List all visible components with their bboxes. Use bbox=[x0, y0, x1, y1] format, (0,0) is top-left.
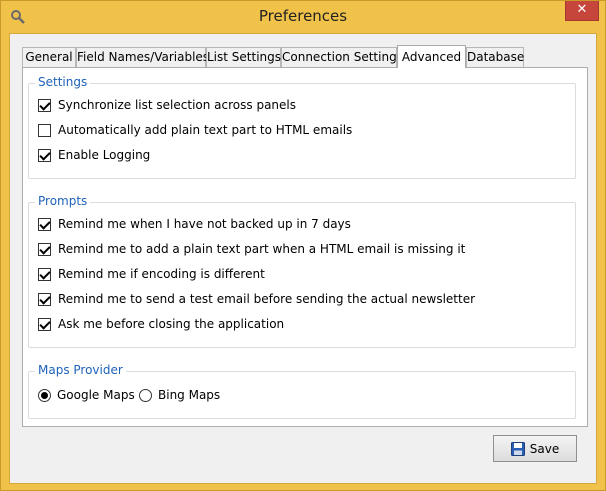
tab-list-settings[interactable]: List Settings bbox=[206, 47, 281, 67]
prompt-plain-text-reminder[interactable]: Remind me to add a plain text part when … bbox=[38, 241, 465, 257]
google-maps-radio[interactable] bbox=[38, 388, 51, 402]
bing-maps-label: Bing Maps bbox=[158, 388, 221, 402]
bing-maps-radio[interactable] bbox=[139, 388, 152, 402]
tab-general[interactable]: General bbox=[22, 47, 76, 67]
setting-sync-selection[interactable]: Synchronize list selection across panels bbox=[38, 97, 296, 113]
save-button-label: Save bbox=[529, 441, 560, 456]
tab-advanced[interactable]: Advanced bbox=[397, 45, 466, 68]
plain-text-reminder-checkbox[interactable] bbox=[38, 242, 51, 256]
prompt-test-email-reminder[interactable]: Remind me to send a test email before se… bbox=[38, 291, 475, 307]
preferences-window: Preferences ✕ General Field Names/Variab… bbox=[0, 0, 606, 491]
prompts-group-title: Prompts bbox=[35, 194, 91, 208]
backup-reminder-checkbox[interactable] bbox=[38, 217, 51, 231]
test-email-reminder-checkbox[interactable] bbox=[38, 292, 51, 306]
tab-database[interactable]: Database bbox=[466, 47, 524, 67]
setting-auto-plain-text[interactable]: Automatically add plain text part to HTM… bbox=[38, 122, 352, 138]
encoding-reminder-label: Remind me if encoding is different bbox=[58, 267, 265, 281]
prompt-backup-reminder[interactable]: Remind me when I have not backed up in 7… bbox=[38, 216, 351, 232]
floppy-disk-icon bbox=[510, 441, 525, 456]
prompt-close-confirm[interactable]: Ask me before closing the application bbox=[38, 316, 284, 332]
plain-text-reminder-label: Remind me to add a plain text part when … bbox=[58, 242, 466, 256]
enable-logging-checkbox[interactable] bbox=[38, 148, 51, 162]
sync-selection-checkbox[interactable] bbox=[38, 98, 51, 112]
backup-reminder-label: Remind me when I have not backed up in 7… bbox=[58, 217, 351, 231]
save-button[interactable]: Save bbox=[493, 435, 577, 462]
setting-enable-logging[interactable]: Enable Logging bbox=[38, 147, 150, 163]
close-button[interactable]: ✕ bbox=[565, 1, 599, 21]
title-bar[interactable]: Preferences ✕ bbox=[1, 1, 605, 33]
maps-provider-group-title: Maps Provider bbox=[35, 363, 126, 377]
window-title: Preferences bbox=[258, 7, 348, 25]
settings-group-title: Settings bbox=[35, 75, 91, 89]
sync-selection-label: Synchronize list selection across panels bbox=[58, 98, 296, 112]
test-email-reminder-label: Remind me to send a test email before se… bbox=[58, 292, 476, 306]
encoding-reminder-checkbox[interactable] bbox=[38, 267, 51, 281]
tab-connection-settings[interactable]: Connection Settings bbox=[281, 47, 403, 67]
enable-logging-label: Enable Logging bbox=[58, 148, 151, 162]
auto-plain-text-checkbox[interactable] bbox=[38, 123, 51, 137]
tab-field-names-variables[interactable]: Field Names/Variables bbox=[76, 47, 209, 67]
google-maps-label: Google Maps bbox=[57, 388, 135, 402]
maps-option-google[interactable]: Google Maps bbox=[38, 387, 135, 403]
auto-plain-text-label: Automatically add plain text part to HTM… bbox=[58, 123, 353, 137]
close-confirm-checkbox[interactable] bbox=[38, 317, 51, 331]
close-confirm-label: Ask me before closing the application bbox=[58, 317, 285, 331]
prompt-encoding-reminder[interactable]: Remind me if encoding is different bbox=[38, 266, 265, 282]
dialog-client: General Field Names/Variables List Setti… bbox=[9, 33, 597, 484]
maps-option-bing[interactable]: Bing Maps bbox=[139, 387, 220, 403]
